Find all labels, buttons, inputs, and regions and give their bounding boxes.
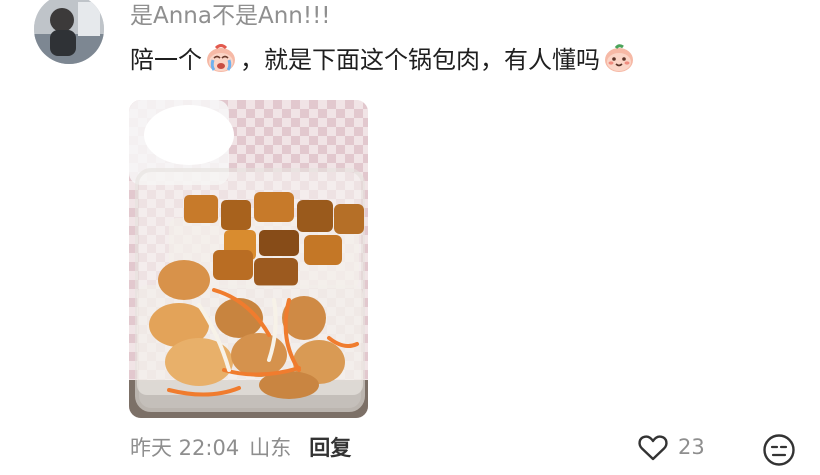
reply-button[interactable]: 回复 [309,432,351,462]
comment-text-part1: 陪一个 [130,46,202,74]
crying-face-emoji [204,41,238,75]
neutral-face-icon [763,434,795,466]
like-count: 23 [678,435,705,459]
comment-text: 陪一个 ，就是下面这个锅包肉，有人懂吗 [130,40,638,75]
smiling-peach-emoji [602,41,636,75]
comment-time: 昨天 22:04 [130,436,240,460]
heart-outline-icon [638,435,668,461]
comment-location: 山东 [249,436,292,460]
avatar[interactable] [34,0,104,64]
like-button[interactable]: 23 [636,430,705,464]
dislike-button[interactable] [762,433,796,467]
comment-text-part2: ，就是下面这个锅包肉，有人懂吗 [240,46,600,74]
food-container-photo[interactable] [129,100,368,418]
comment-meta: 昨天 22:04 山东 回复 [130,432,351,462]
username[interactable]: 是Anna不是Ann!!! [130,0,331,30]
avatar-image [34,0,104,64]
